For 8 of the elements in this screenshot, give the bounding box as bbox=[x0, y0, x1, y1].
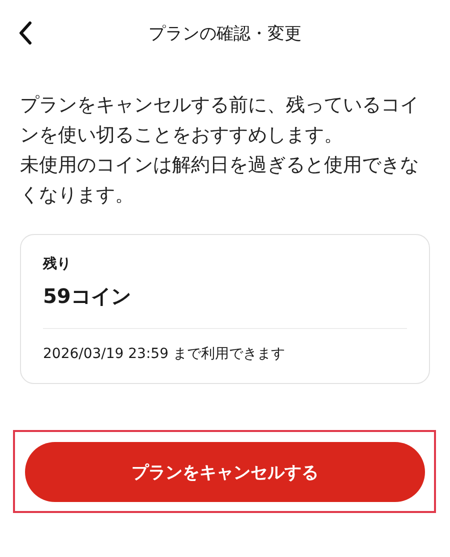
notice-text: プランをキャンセルする前に、残っているコインを使い切ることをおすすめします。 bbox=[20, 93, 420, 148]
notice-text: 未使用のコインは解約日を過ぎると使用できなくなります。 bbox=[20, 153, 420, 208]
expiry-text: 2026/03/19 23:59 まで利用できます bbox=[43, 345, 285, 363]
page-title: プランの確認・変更 bbox=[148, 22, 302, 44]
coin-amount: 59コイン bbox=[43, 283, 131, 310]
back-chevron-icon bbox=[18, 21, 32, 45]
balance-label: 残り bbox=[43, 255, 71, 273]
cancel-plan-button[interactable]: プランをキャンセルする bbox=[25, 442, 425, 502]
